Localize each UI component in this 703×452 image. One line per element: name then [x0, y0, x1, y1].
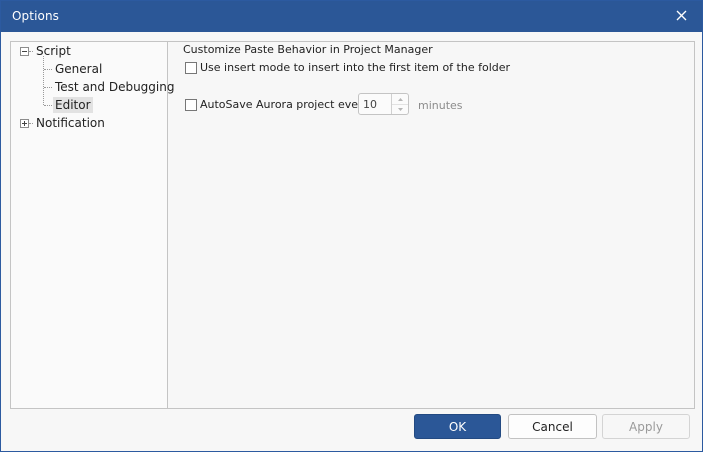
insert-mode-checkbox[interactable] — [185, 61, 197, 74]
cancel-button[interactable]: Cancel — [508, 414, 597, 439]
tree-item-script[interactable]: Script — [34, 43, 73, 59]
window-title: Options — [12, 9, 60, 23]
tree-expander-plus-icon[interactable] — [20, 119, 29, 128]
editor-settings-panel: Customize Paste Behavior in Project Mana… — [168, 42, 694, 408]
tree-item-editor[interactable]: Editor — [53, 97, 93, 113]
dialog-content: Script General Test and Debugging Editor… — [10, 41, 695, 409]
options-dialog: Options Script General Test and Debuggin… — [0, 0, 703, 452]
spin-down-button[interactable] — [391, 104, 408, 114]
tree-item-label: Notification — [36, 116, 105, 130]
tree-item-label: Editor — [55, 98, 91, 112]
close-button[interactable] — [666, 3, 696, 27]
apply-button[interactable]: Apply — [602, 414, 690, 439]
spin-down-icon — [397, 107, 403, 111]
tree-connector — [44, 105, 52, 106]
title-bar: Options — [1, 1, 702, 32]
options-tree[interactable]: Script General Test and Debugging Editor… — [11, 42, 174, 408]
insert-mode-option[interactable]: Use insert mode to insert into the first… — [185, 61, 510, 74]
tree-item-label: Test and Debugging — [55, 80, 175, 94]
ok-button[interactable]: OK — [414, 414, 501, 439]
autosave-interval-stepper[interactable] — [358, 93, 409, 115]
section-title: Customize Paste Behavior in Project Mana… — [183, 43, 433, 56]
autosave-checkbox[interactable] — [185, 98, 197, 111]
tree-item-label: Script — [36, 44, 71, 58]
autosave-option[interactable]: AutoSave Aurora project every — [185, 98, 369, 111]
tree-expander-minus-icon[interactable] — [20, 47, 29, 56]
close-icon — [676, 10, 686, 20]
insert-mode-label: Use insert mode to insert into the first… — [200, 61, 511, 74]
tree-connector — [44, 87, 52, 88]
tree-connector — [43, 56, 44, 105]
spin-up-icon — [397, 97, 403, 101]
tree-connector — [29, 51, 33, 52]
tree-item-test-and-debugging[interactable]: Test and Debugging — [53, 79, 176, 95]
tree-connector — [29, 123, 33, 124]
autosave-label: AutoSave Aurora project every — [200, 98, 370, 111]
tree-item-label: General — [55, 62, 103, 76]
tree-item-general[interactable]: General — [53, 61, 104, 77]
minutes-label: minutes — [418, 99, 463, 112]
tree-item-notification[interactable]: Notification — [34, 115, 107, 131]
tree-connector — [44, 69, 52, 70]
